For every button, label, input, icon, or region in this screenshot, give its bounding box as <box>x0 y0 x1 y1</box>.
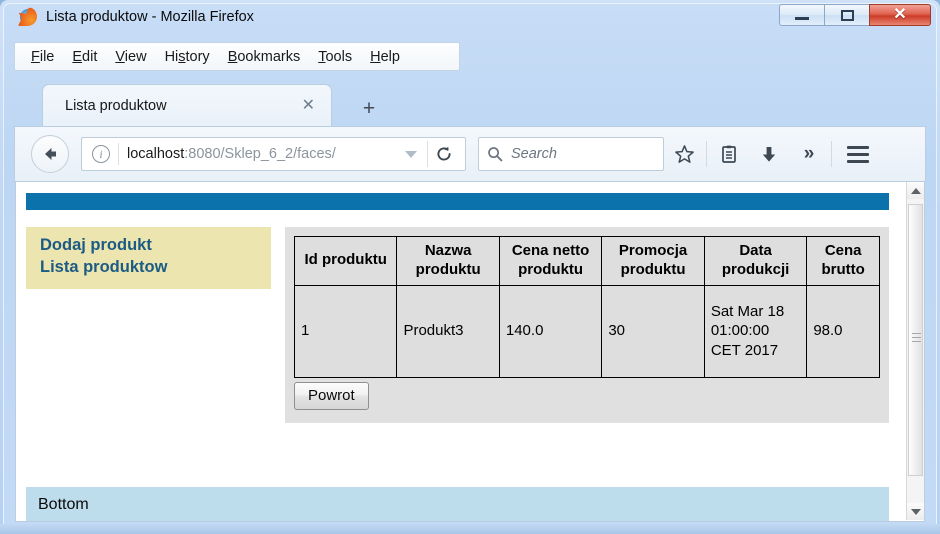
firefox-logo-icon <box>18 7 38 27</box>
vertical-scrollbar[interactable] <box>906 182 924 520</box>
navigation-toolbar: i localhost:8080/Sklep_6_2/faces/ Search <box>14 126 926 182</box>
menu-label: ookmarks <box>237 48 301 65</box>
scroll-up-icon <box>910 187 921 194</box>
chevron-double-right-icon: » <box>803 143 815 164</box>
menu-label: iew <box>124 48 147 65</box>
menu-label: dit <box>82 48 98 65</box>
bookmark-button[interactable] <box>664 134 704 174</box>
menu-accel: s <box>178 48 186 65</box>
menu-item-bookmarks[interactable]: Bookmarks <box>220 46 309 68</box>
column-header-promocja: Promocja produktu <box>601 236 705 286</box>
menu-item-help[interactable]: Help <box>362 46 408 68</box>
menu-item-edit[interactable]: Edit <box>64 46 105 68</box>
downloads-button[interactable] <box>749 134 789 174</box>
menu-accel: B <box>227 48 238 65</box>
search-input-placeholder: Search <box>511 146 557 162</box>
products-panel: Id produktu Nazwa produktu Cena netto pr… <box>285 227 889 423</box>
tab-lista-produktow[interactable]: Lista produktow ✕ <box>42 84 332 126</box>
table-row: 1 Produkt3 140.0 30 Sat Mar 18 01:00:00 … <box>293 284 880 378</box>
cell-cena-brutto: 98.0 <box>806 284 880 378</box>
url-host: localhost <box>127 146 185 162</box>
scrollbar-thumb[interactable] <box>908 204 923 476</box>
browser-window: Lista produktow - Mozilla Firefox ✕ File… <box>0 0 940 534</box>
url-divider <box>118 143 119 165</box>
menu-bar: File Edit View History Bookmarks Tools H… <box>14 42 460 71</box>
column-header-cena-brutto: Cena brutto <box>806 236 880 286</box>
site-info-icon[interactable]: i <box>92 145 110 163</box>
tab-label: Lista produktow <box>65 97 167 114</box>
maximize-button[interactable] <box>824 4 869 26</box>
column-header-data-produkcji: Data produkcji <box>703 236 808 286</box>
column-header-id-produktu: Id produktu <box>293 236 398 286</box>
address-bar[interactable]: i localhost:8080/Sklep_6_2/faces/ <box>81 137 466 171</box>
page-header-bar <box>26 193 889 210</box>
cell-nazwa-produktu: Produkt3 <box>396 284 500 378</box>
window-controls: ✕ <box>779 4 931 28</box>
app-menu-button[interactable] <box>834 134 874 174</box>
menu-item-file[interactable]: File <box>23 46 62 68</box>
search-icon <box>488 147 503 162</box>
window-bottom-edge <box>0 524 940 534</box>
powrot-button[interactable]: Powrot <box>294 381 369 410</box>
menu-item-view[interactable]: View <box>107 46 154 68</box>
tab-strip: Lista produktow ✕ + <box>14 78 926 126</box>
menu-accel: E <box>72 48 83 65</box>
minimize-icon <box>795 17 809 20</box>
back-button[interactable] <box>31 135 69 173</box>
menu-label: elp <box>380 48 400 65</box>
star-icon <box>674 144 694 163</box>
window-title-group: Lista produktow - Mozilla Firefox <box>18 7 254 27</box>
overflow-button[interactable]: » <box>789 134 829 174</box>
new-tab-button[interactable]: + <box>352 92 386 126</box>
scroll-down-icon <box>910 508 921 515</box>
column-header-nazwa-produktu: Nazwa produktu <box>396 236 500 286</box>
sidebar-item-lista-produktow[interactable]: Lista produktow <box>40 257 257 279</box>
url-path: :8080/Sklep_6_2/faces/ <box>184 146 336 162</box>
library-icon <box>722 145 736 163</box>
page-viewport: Dodaj produkt Lista produktow Id produkt… <box>15 182 925 522</box>
cell-cena-netto: 140.0 <box>498 284 603 378</box>
title-bar: Lista produktow - Mozilla Firefox ✕ <box>0 0 940 38</box>
window-title: Lista produktow - Mozilla Firefox <box>46 9 254 25</box>
close-icon: ✕ <box>893 6 907 23</box>
column-header-cena-netto: Cena netto produktu <box>498 236 603 286</box>
hamburger-menu-icon <box>847 145 869 163</box>
reload-icon <box>436 146 451 161</box>
sidebar-navigation: Dodaj produkt Lista produktow <box>26 227 271 289</box>
scrollbar-grip-icon <box>912 333 921 345</box>
menu-label: ile <box>39 48 55 65</box>
back-arrow-icon <box>45 148 56 160</box>
scroll-down-button[interactable] <box>907 503 924 520</box>
search-box[interactable]: Search <box>478 137 664 171</box>
menu-accel: H <box>370 48 381 65</box>
page-body: Dodaj produkt Lista produktow Id produkt… <box>26 227 908 423</box>
menu-label: ools <box>325 48 353 65</box>
cell-id-produktu: 1 <box>293 284 398 378</box>
menu-item-tools[interactable]: Tools <box>310 46 360 68</box>
cell-promocja: 30 <box>601 284 705 378</box>
maximize-icon <box>840 9 854 21</box>
url-text: localhost:8080/Sklep_6_2/faces/ <box>127 146 397 162</box>
cell-data-produkcji: Sat Mar 18 01:00:00 CET 2017 <box>703 284 808 378</box>
chevron-down-icon[interactable] <box>405 150 417 158</box>
toolbar-divider <box>831 141 832 167</box>
close-button[interactable]: ✕ <box>869 4 931 26</box>
menu-label: tory <box>185 48 210 65</box>
menu-item-history[interactable]: History <box>157 46 218 68</box>
library-button[interactable] <box>709 134 749 174</box>
menu-label: Hi <box>164 48 179 65</box>
table-header-row: Id produktu Nazwa produktu Cena netto pr… <box>293 236 880 286</box>
download-arrow-icon <box>762 147 776 162</box>
menu-accel: V <box>115 48 125 65</box>
scroll-up-button[interactable] <box>907 182 924 199</box>
tab-close-icon[interactable]: ✕ <box>296 97 321 114</box>
sidebar-item-dodaj-produkt[interactable]: Dodaj produkt <box>40 235 257 257</box>
page-footer: Bottom <box>26 487 889 521</box>
minimize-button[interactable] <box>779 4 824 26</box>
web-page-content: Dodaj produkt Lista produktow Id produkt… <box>16 182 908 521</box>
reload-button[interactable] <box>427 141 459 167</box>
toolbar-divider <box>706 141 707 167</box>
products-table: Id produktu Nazwa produktu Cena netto pr… <box>293 236 880 378</box>
menu-accel: F <box>31 48 40 65</box>
